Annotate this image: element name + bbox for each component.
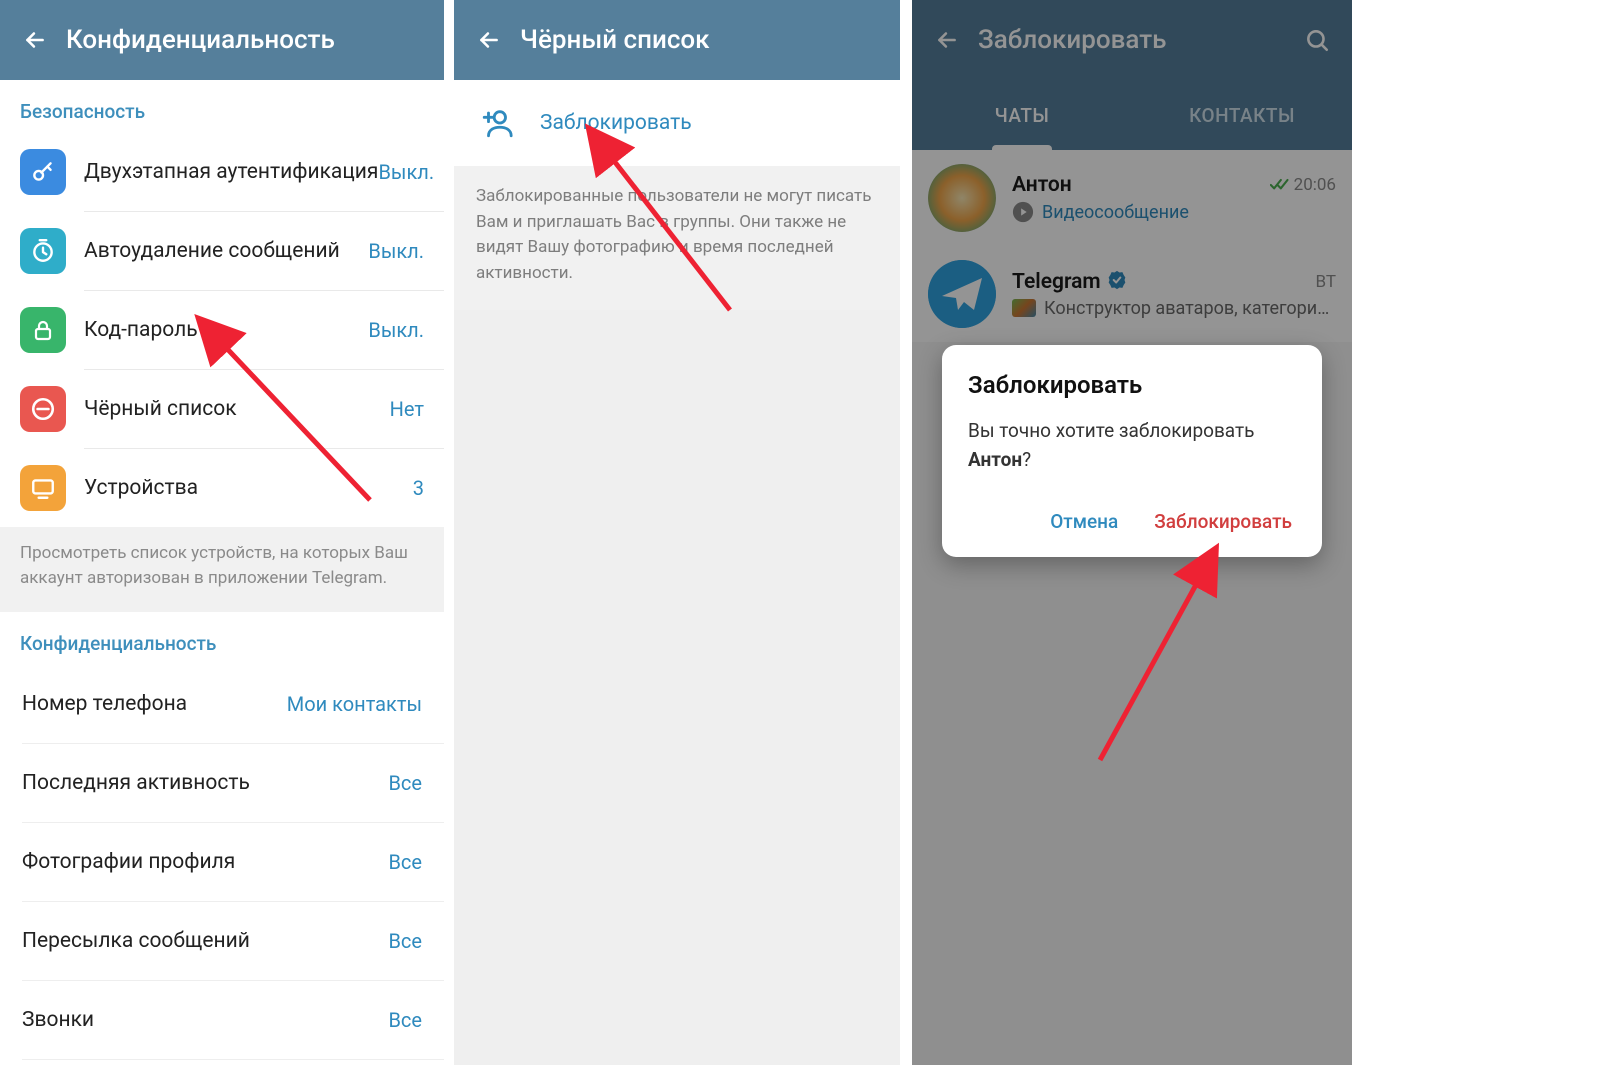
block-user-button[interactable]: Заблокировать [454, 80, 900, 166]
back-button[interactable] [12, 17, 58, 63]
row-forwarding[interactable]: Пересылка сообщений Все [0, 902, 444, 980]
back-button[interactable] [466, 17, 512, 63]
row-value: 3 [413, 476, 424, 500]
screen-block-picker: Заблокировать ЧАТЫ КОНТАКТЫ Антон [912, 0, 1352, 1065]
row-label: Код-пароль [84, 318, 368, 342]
dialog-cancel-button[interactable]: Отмена [1046, 502, 1122, 541]
row-calls[interactable]: Звонки Все [0, 981, 444, 1059]
block-icon [20, 386, 66, 432]
row-label: Устройства [84, 476, 413, 500]
page-title: Конфиденциальность [66, 25, 335, 55]
key-icon [20, 149, 66, 195]
row-value: Выкл. [378, 160, 434, 184]
section-header-privacy: Конфиденциальность [0, 612, 444, 665]
dialog-title: Заблокировать [968, 371, 1296, 399]
row-devices[interactable]: Устройства 3 [0, 449, 444, 527]
row-phone-number[interactable]: Номер телефона Мои контакты [0, 665, 444, 743]
security-footnote: Просмотреть список устройств, на которых… [0, 527, 444, 612]
row-label: Автоудаление сообщений [84, 239, 368, 263]
row-passcode[interactable]: Код-пароль Выкл. [0, 291, 444, 369]
row-blacklist[interactable]: Чёрный список Нет [0, 370, 444, 448]
row-groups[interactable]: Группы и каналы Все [0, 1060, 444, 1065]
privacy-list: Номер телефона Мои контакты Последняя ак… [0, 665, 444, 1065]
dialog-confirm-button[interactable]: Заблокировать [1150, 502, 1296, 541]
row-auto-delete[interactable]: Автоудаление сообщений Выкл. [0, 212, 444, 290]
row-two-step-auth[interactable]: Двухэтапная аутентификация Выкл. [0, 133, 444, 211]
row-last-seen[interactable]: Последняя активность Все [0, 744, 444, 822]
row-label: Двухэтапная аутентификация [84, 160, 378, 184]
row-value: Нет [390, 397, 424, 421]
row-value: Выкл. [368, 318, 424, 342]
appbar: Конфиденциальность [0, 0, 444, 80]
row-label: Чёрный список [84, 397, 390, 421]
appbar: Чёрный список [454, 0, 900, 80]
section-header-security: Безопасность [0, 80, 444, 133]
arrow-left-icon [476, 27, 502, 53]
row-profile-photos[interactable]: Фотографии профиля Все [0, 823, 444, 901]
add-user-icon [476, 102, 518, 144]
screen-privacy-settings: Конфиденциальность Безопасность Двухэтап… [0, 0, 444, 1065]
lock-icon [20, 307, 66, 353]
row-value: Выкл. [368, 239, 424, 263]
arrow-left-icon [22, 27, 48, 53]
timer-icon [20, 228, 66, 274]
confirm-dialog: Заблокировать Вы точно хотите заблокиров… [942, 345, 1322, 557]
dialog-message: Вы точно хотите заблокировать Антон? [968, 417, 1296, 474]
page-title: Чёрный список [520, 25, 710, 55]
block-user-label: Заблокировать [540, 111, 692, 135]
blacklist-description: Заблокированные пользователи не могут пи… [454, 166, 900, 310]
security-list: Двухэтапная аутентификация Выкл. Автоуда… [0, 133, 444, 527]
screen-blacklist: Чёрный список Заблокировать Заблокирован… [454, 0, 900, 1065]
devices-icon [20, 465, 66, 511]
